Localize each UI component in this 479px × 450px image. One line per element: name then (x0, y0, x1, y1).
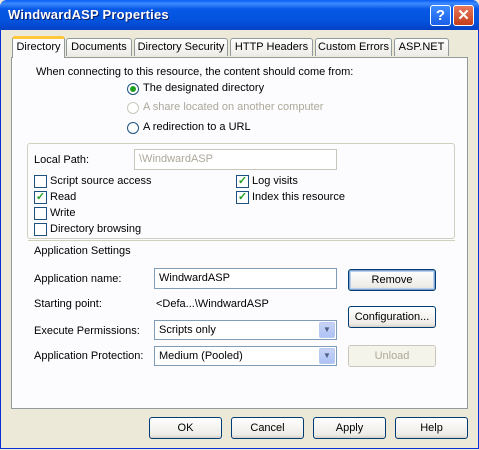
radio-label-share: A share located on another computer (143, 101, 324, 113)
app-name-field[interactable]: WindwardASP (154, 268, 337, 289)
label-log-visits[interactable]: Log visits (252, 175, 298, 187)
checkbox-script-source[interactable] (34, 175, 47, 188)
tab-directory[interactable]: Directory (12, 36, 65, 58)
starting-point-label: Starting point: (34, 298, 102, 310)
separator (28, 240, 455, 241)
radio-selected-dot (130, 86, 136, 92)
tab-custom-errors[interactable]: Custom Errors (315, 38, 392, 56)
directory-panel: When connecting to this resource, the co… (11, 57, 468, 409)
help-title-button[interactable]: ? (430, 5, 451, 26)
checkbox-directory-browsing[interactable] (34, 223, 47, 236)
label-index-resource[interactable]: Index this resource (252, 191, 345, 203)
checkbox-write[interactable] (34, 207, 47, 220)
tab-aspnet[interactable]: ASP.NET (394, 38, 449, 56)
close-icon[interactable]: ✕ (453, 5, 474, 26)
tab-directory-security[interactable]: Directory Security (134, 38, 228, 56)
properties-dialog: WindwardASP Properties ? ✕ Directory Doc… (0, 0, 479, 449)
radio-redirection[interactable] (127, 122, 139, 134)
radio-label-redirection[interactable]: A redirection to a URL (143, 121, 251, 133)
checkbox-read[interactable]: ✓ (34, 191, 47, 204)
apply-button[interactable]: Apply (313, 417, 386, 439)
execute-permissions-label: Execute Permissions: (34, 325, 140, 337)
cancel-button[interactable]: Cancel (231, 417, 304, 439)
label-script-source[interactable]: Script source access (50, 175, 151, 187)
help-button[interactable]: Help (395, 417, 468, 439)
window-title: WindwardASP Properties (8, 7, 169, 22)
checkbox-index-resource[interactable]: ✓ (236, 191, 249, 204)
checkbox-log-visits[interactable]: ✓ (236, 175, 249, 188)
unload-button: Unload (348, 345, 436, 367)
execute-permissions-select[interactable]: Scripts only ▼ (154, 320, 337, 340)
local-path-label: Local Path: (34, 154, 90, 166)
label-directory-browsing[interactable]: Directory browsing (50, 223, 141, 235)
configuration-button[interactable]: Configuration... (348, 306, 436, 328)
execute-permissions-value: Scripts only (159, 324, 216, 336)
radio-designated-directory[interactable] (127, 83, 139, 95)
chevron-down-icon[interactable]: ▼ (319, 348, 335, 364)
title-bar[interactable]: WindwardASP Properties ? ✕ (0, 0, 479, 30)
app-name-label: Application name: (34, 273, 122, 285)
label-write[interactable]: Write (50, 207, 75, 219)
app-protection-select[interactable]: Medium (Pooled) ▼ (154, 346, 337, 366)
starting-point-value: <Defa...\WindwardASP (156, 298, 269, 310)
app-protection-value: Medium (Pooled) (159, 350, 243, 362)
content-source-prompt: When connecting to this resource, the co… (36, 66, 354, 78)
tab-documents[interactable]: Documents (66, 38, 132, 56)
app-settings-heading: Application Settings (34, 245, 131, 257)
remove-button[interactable]: Remove (348, 269, 436, 291)
local-path-field: \WindwardASP (134, 149, 337, 170)
chevron-down-icon[interactable]: ▼ (319, 322, 335, 338)
label-read[interactable]: Read (50, 191, 76, 203)
ok-button[interactable]: OK (149, 417, 222, 439)
app-protection-label: Application Protection: (34, 350, 144, 362)
tab-http-headers[interactable]: HTTP Headers (230, 38, 313, 56)
radio-label-designated[interactable]: The designated directory (143, 82, 264, 94)
radio-share (127, 102, 139, 114)
